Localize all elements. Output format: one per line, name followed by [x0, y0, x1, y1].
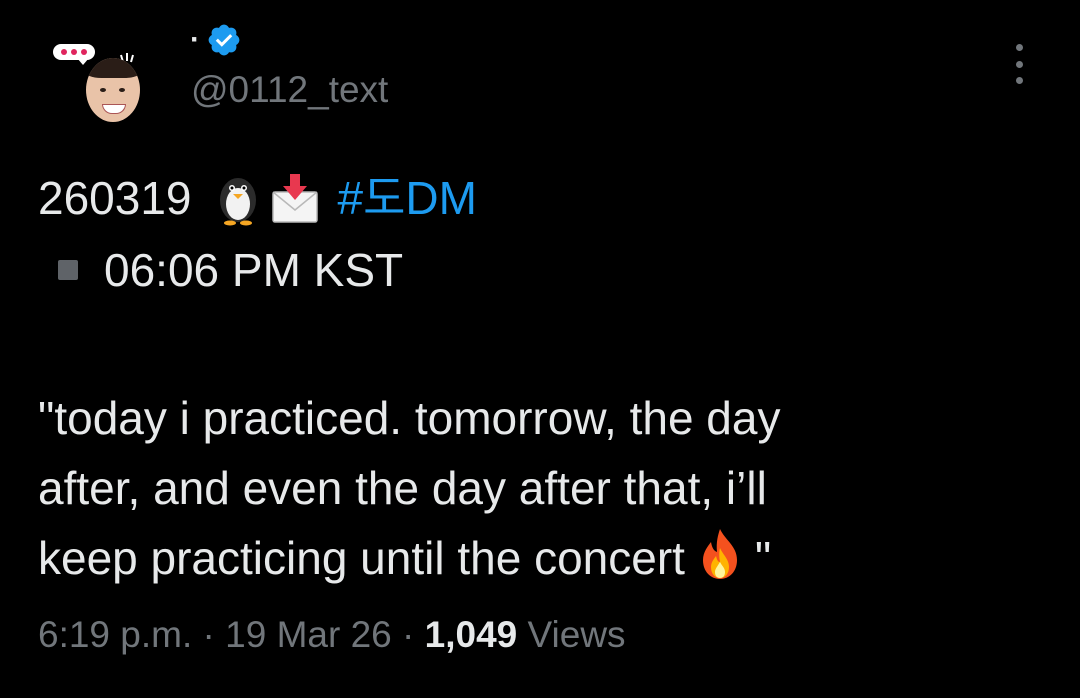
quote-line: keep practicing until the concert — [38, 532, 685, 584]
tweet-meta: 6:19 p.m. · 19 Mar 26 · 1,049 Views — [38, 610, 626, 660]
quote-line-last: keep practicing until the concert " — [38, 523, 1048, 593]
avatar-face — [86, 58, 140, 122]
author-handle[interactable]: @0112_text — [191, 68, 388, 112]
black-small-square-icon — [58, 260, 78, 280]
post-time[interactable]: 6:19 p.m. — [38, 614, 192, 655]
penguin-emoji — [219, 178, 256, 226]
hashtag-link[interactable]: #도DM — [338, 168, 477, 228]
tweet-line-date: 260319 #도DM — [38, 168, 477, 228]
quote-line: after, and even the day after that, i’ll — [38, 462, 767, 514]
author-name-row[interactable]: · — [190, 20, 242, 60]
post-date[interactable]: 19 Mar 26 — [225, 614, 392, 655]
tweet-quote-text: "today i practiced. tomorrow, the day af… — [38, 383, 1048, 593]
fire-emoji — [702, 529, 737, 579]
views-label[interactable]: Views — [517, 614, 626, 655]
profile-avatar[interactable] — [50, 38, 150, 138]
tweet-line-time: 06:06 PM KST — [38, 240, 403, 300]
more-options-icon[interactable] — [1004, 44, 1034, 84]
display-name[interactable]: · — [190, 20, 200, 60]
views-count[interactable]: 1,049 — [425, 614, 518, 655]
quote-close-mark: " — [754, 532, 772, 584]
kst-time: 06:06 PM KST — [104, 244, 404, 296]
quote-line: "today i practiced. tomorrow, the day — [38, 392, 781, 444]
verified-badge-icon — [208, 24, 240, 56]
tweet-card: · @0112_text 260319 #도DM 06:06 PM KST "t… — [0, 0, 1080, 698]
meta-separator: · — [192, 614, 226, 655]
speech-bubble-icon — [53, 44, 95, 65]
date-code: 260319 — [38, 172, 192, 224]
incoming-envelope-emoji — [271, 174, 318, 223]
meta-separator: · — [391, 614, 425, 655]
